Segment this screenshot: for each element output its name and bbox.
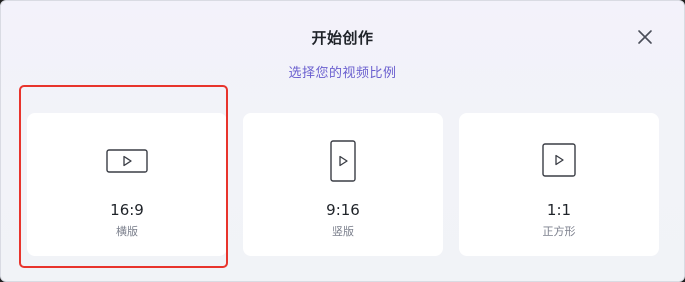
dialog-title: 开始创作 [311, 29, 374, 47]
play-portrait-icon [330, 140, 356, 182]
aspect-option-9-16[interactable]: 9:16 竖版 [243, 113, 443, 256]
play-landscape-icon [106, 149, 148, 173]
aspect-ratio-label: 横版 [116, 225, 138, 238]
dialog-subtitle: 选择您的视频比例 [288, 66, 397, 81]
create-dialog: 开始创作 选择您的视频比例 16:9 横版 9:16 竖版 1:1 正方形 [0, 0, 685, 282]
aspect-option-16-9[interactable]: 16:9 横版 [27, 113, 227, 256]
close-button[interactable] [636, 28, 654, 46]
aspect-ratio-value: 16:9 [110, 201, 144, 219]
aspect-ratio-label: 正方形 [542, 225, 576, 238]
aspect-ratio-value: 9:16 [326, 201, 360, 219]
aspect-option-1-1[interactable]: 1:1 正方形 [459, 113, 659, 256]
aspect-ratio-label: 竖版 [332, 225, 354, 238]
aspect-ratio-value: 1:1 [546, 201, 572, 219]
close-icon [638, 30, 652, 44]
play-square-icon [542, 143, 576, 177]
